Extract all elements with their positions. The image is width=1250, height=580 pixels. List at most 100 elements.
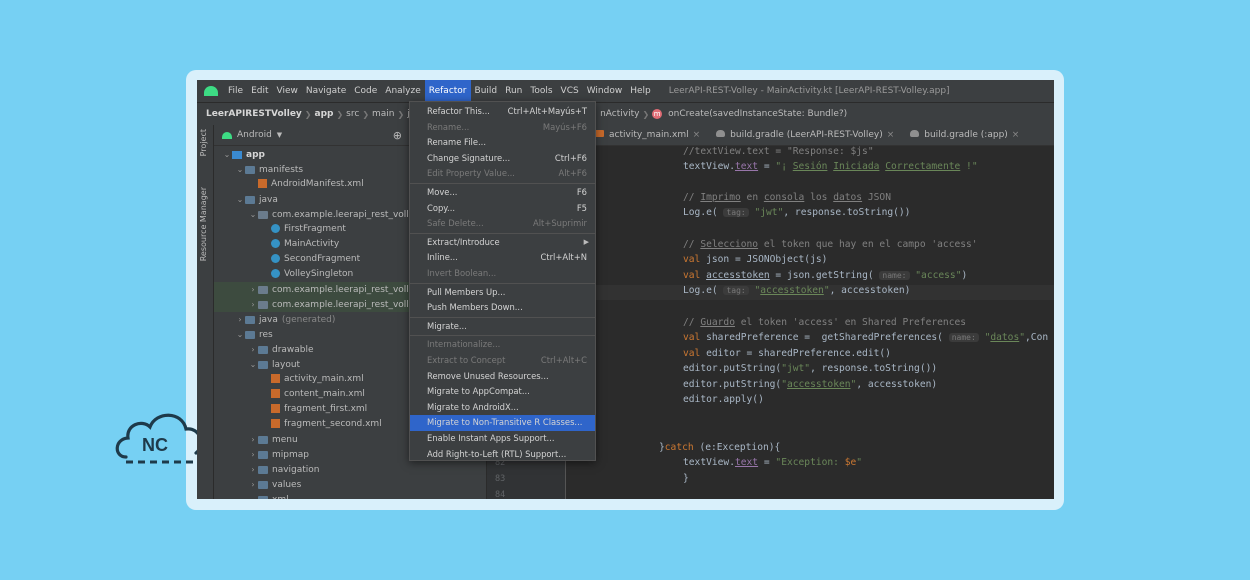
menu-separator — [410, 282, 595, 284]
chevron-down-icon[interactable]: ⌄ — [248, 492, 258, 499]
refactor-menu-item[interactable]: Migrate to AppCompat... — [410, 384, 595, 400]
refactor-menu-item[interactable]: Enable Instant Apps Support... — [410, 431, 595, 447]
breadcrumb-project[interactable]: LeerAPIRESTVolley — [203, 109, 305, 119]
chevron-right-icon[interactable]: › — [248, 297, 258, 312]
tree-item-label: navigation — [272, 465, 320, 475]
chevron-down-icon[interactable]: ⌄ — [235, 162, 245, 177]
refactor-menu-item[interactable]: Inline... Ctrl+Alt+N — [410, 250, 595, 266]
menu-item-label: Migrate to AppCompat... — [427, 386, 530, 397]
chevron-down-icon[interactable]: ⌄ — [248, 357, 258, 372]
menu-build[interactable]: Build — [471, 80, 502, 102]
tab-build-gradle-project[interactable]: build.gradle (LeerAPI-REST-Volley) × — [708, 130, 902, 140]
chevron-right-icon[interactable]: › — [248, 477, 258, 492]
menu-item-label: Migrate to Non-Transitive R Classes... — [427, 417, 583, 428]
code-line: editor.putString("jwt", response.toStrin… — [683, 363, 938, 374]
tab-activity-main[interactable]: activity_main.xml × — [587, 130, 708, 140]
breadcrumb-src[interactable]: src — [343, 109, 362, 119]
chevron-down-icon[interactable]: ⌄ — [235, 327, 245, 342]
folder-icon — [258, 480, 268, 489]
refactor-menu-item: Rename... Mayús+F6 — [410, 120, 595, 136]
menu-window[interactable]: Window — [583, 80, 627, 102]
breadcrumb-oncreate[interactable]: onCreate(savedInstanceState: Bundle?) — [665, 109, 850, 119]
menu-vcs[interactable]: VCS — [557, 80, 583, 102]
folder-icon — [258, 360, 268, 369]
menu-refactor[interactable]: Refactor — [424, 80, 471, 102]
tree-item-label: res — [259, 330, 273, 340]
menu-separator — [410, 183, 595, 184]
refactor-menu-item[interactable]: Pull Members Up... — [410, 285, 595, 301]
menu-tools[interactable]: Tools — [526, 80, 556, 102]
tab-build-gradle-app[interactable]: build.gradle (:app) × — [902, 130, 1027, 140]
tree-item[interactable]: ⌄ xml — [214, 492, 486, 499]
refactor-menu-item: Extract to Concept Ctrl+Alt+C — [410, 353, 595, 369]
refactor-menu-item[interactable]: Extract/Introduce ▶ — [410, 235, 595, 251]
chevron-right-icon[interactable]: › — [235, 312, 245, 327]
code-line: }catch (e:Exception){ — [659, 442, 781, 453]
chevron-right-icon: ❯ — [336, 109, 344, 119]
chevron-down-icon[interactable]: ⌄ — [248, 207, 258, 222]
tab-label: build.gradle (LeerAPI-REST-Volley) — [730, 130, 883, 140]
refactor-menu-item[interactable]: Migrate to Non-Transitive R Classes... — [410, 415, 595, 431]
code-line: editor.apply() — [683, 394, 764, 405]
refactor-menu-item[interactable]: Rename File... — [410, 135, 595, 151]
menu-item-label: Move... — [427, 187, 458, 197]
breadcrumb-app[interactable]: app — [312, 109, 337, 119]
menu-item-shortcut: F5 — [576, 202, 587, 213]
code-line: val editor = sharedPreference.edit() — [683, 348, 891, 359]
chevron-right-icon[interactable]: › — [248, 447, 258, 462]
menu-item-label: Copy... — [427, 202, 456, 213]
refactor-menu-item[interactable]: Refactor This... Ctrl+Alt+Mayús+T — [410, 104, 595, 120]
refactor-menu-item[interactable]: Migrate to AndroidX... — [410, 400, 595, 416]
refactor-menu-item[interactable]: Change Signature... Ctrl+F6 — [410, 151, 595, 167]
menu-code[interactable]: Code — [350, 80, 381, 102]
refactor-menu-item[interactable]: Remove Unused Resources... — [410, 369, 595, 385]
tree-item-label: SecondFragment — [284, 254, 361, 264]
tree-item-label: drawable — [272, 345, 314, 355]
menu-help[interactable]: Help — [626, 80, 655, 102]
close-icon[interactable]: × — [1012, 130, 1020, 140]
android-icon — [222, 131, 232, 139]
breadcrumb-main[interactable]: main — [369, 109, 398, 119]
breadcrumb-mainactivity[interactable]: nActivity — [597, 109, 642, 119]
folder-icon — [245, 195, 255, 204]
tree-item-label: menu — [272, 435, 298, 445]
nc-logo-text: NC — [142, 435, 168, 455]
chevron-right-icon[interactable]: › — [248, 462, 258, 477]
code-line: editor.putString("accesstoken", accessto… — [683, 379, 938, 390]
refactor-menu-item[interactable]: Add Right-to-Left (RTL) Support... — [410, 447, 595, 463]
menu-navigate[interactable]: Navigate — [302, 80, 350, 102]
kotlin-class-icon — [271, 269, 280, 278]
code-line: textView.text = "Exception: $e" — [683, 457, 863, 468]
project-tool-tab[interactable]: Project — [199, 129, 208, 156]
function-icon: m — [652, 109, 663, 119]
refactor-menu-item[interactable]: Move... F6 — [410, 185, 595, 201]
window-title: LeerAPI-REST-Volley - MainActivity.kt [L… — [668, 86, 950, 96]
close-icon[interactable]: × — [693, 130, 701, 140]
project-view-label: Android — [237, 130, 272, 140]
menu-run[interactable]: Run — [501, 80, 526, 102]
target-icon[interactable]: ⊕ — [393, 129, 402, 142]
refactor-menu-item[interactable]: Copy... F5 — [410, 201, 595, 217]
resource-manager-tool-tab[interactable]: Resource Manager — [199, 187, 208, 261]
menu-analyze[interactable]: Analyze — [381, 80, 424, 102]
chevron-right-icon[interactable]: › — [248, 282, 258, 297]
menu-view[interactable]: View — [273, 80, 302, 102]
chevron-right-icon[interactable]: › — [248, 432, 258, 447]
tree-item[interactable]: › navigation — [214, 462, 486, 477]
close-icon[interactable]: × — [887, 130, 895, 140]
tree-item-label: VolleySingleton — [284, 269, 354, 279]
chevron-right-icon[interactable]: › — [248, 342, 258, 357]
refactor-menu-item[interactable]: Migrate... — [410, 319, 595, 335]
menu-file[interactable]: File — [224, 80, 247, 102]
menu-item-label: Push Members Down... — [427, 302, 523, 313]
folder-icon — [258, 465, 268, 474]
menu-item-label: Remove Unused Resources... — [427, 370, 549, 381]
menu-item-label: Refactor This... — [427, 106, 490, 116]
menu-edit[interactable]: Edit — [247, 80, 272, 102]
left-tool-strip: Project Resource Manager — [197, 125, 214, 499]
refactor-menu-item[interactable]: Push Members Down... — [410, 300, 595, 316]
android-studio-icon — [204, 86, 218, 96]
chevron-down-icon[interactable]: ⌄ — [222, 147, 232, 162]
tree-item[interactable]: › values — [214, 477, 486, 492]
chevron-down-icon[interactable]: ⌄ — [235, 192, 245, 207]
